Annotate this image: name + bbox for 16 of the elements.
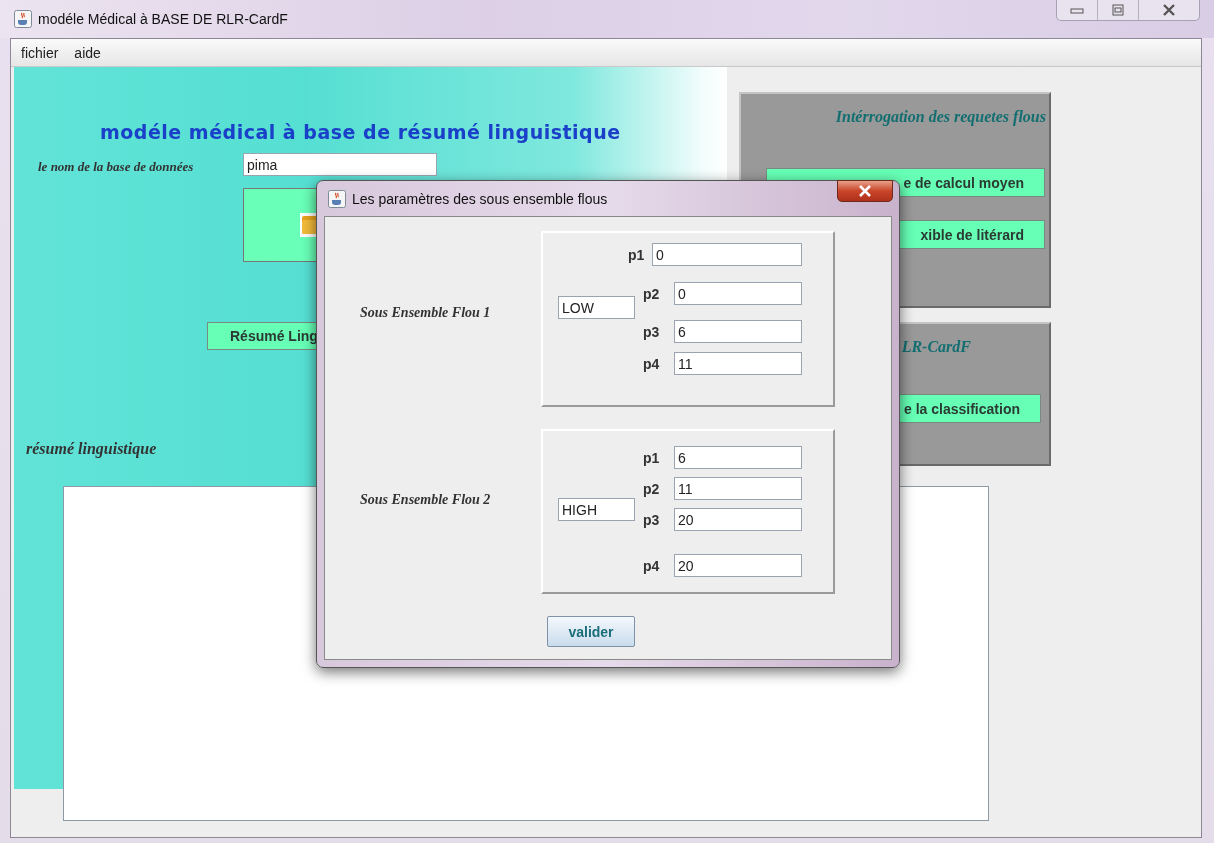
set-label: Sous Ensemble Flou 1 bbox=[360, 305, 492, 322]
param-label: p2 bbox=[643, 285, 661, 302]
panel-title: LR-CardF bbox=[901, 338, 971, 356]
database-label: le nom de la base de données bbox=[38, 159, 195, 176]
param-label: p3 bbox=[643, 323, 661, 340]
panel-title: Intérrogation des requetes flous bbox=[835, 108, 1046, 126]
app-heading: modéle médical à base de résumé linguistique bbox=[100, 121, 622, 143]
param-label: p1 bbox=[643, 449, 661, 466]
param-label: p2 bbox=[643, 480, 661, 497]
window-title: modéle Médical à BASE DE RLR-CardF bbox=[38, 10, 288, 28]
param-label: p1 bbox=[628, 246, 646, 263]
set-label: Sous Ensemble Flou 2 bbox=[360, 492, 492, 509]
dialog-title: Les paramètres des sous ensemble flous bbox=[352, 190, 608, 207]
param-label: p4 bbox=[643, 355, 661, 372]
param-label: p3 bbox=[643, 511, 661, 528]
param-label: p4 bbox=[643, 557, 661, 574]
